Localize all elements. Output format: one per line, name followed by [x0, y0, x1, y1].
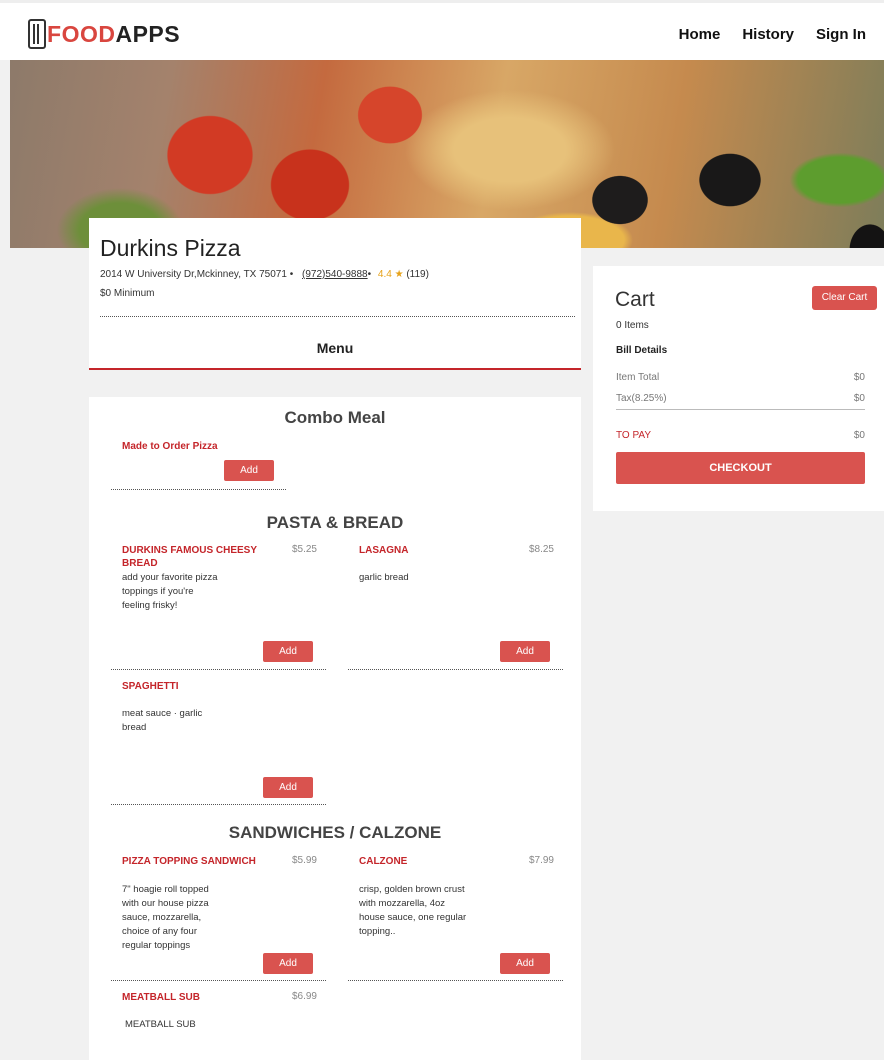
item-price: $5.99 — [291, 855, 317, 866]
item-total-row: Item Total $0 — [616, 372, 865, 383]
add-button[interactable]: Add — [500, 641, 550, 662]
item-description: crisp, golden brown crust with mozzarell… — [359, 884, 467, 937]
restaurant-info-card: Durkins Pizza 2014 W University Dr,Mckin… — [89, 218, 581, 370]
bill-details-heading: Bill Details — [616, 345, 668, 356]
cart-panel: Cart Clear Cart 0 Items Bill Details Ite… — [593, 266, 884, 511]
tax-value: $0 — [853, 393, 865, 404]
restaurant-name: Durkins Pizza — [100, 235, 241, 261]
item-divider — [111, 804, 326, 805]
menu-item: CALZONE $7.99 crisp, golden brown crust … — [348, 855, 564, 983]
item-description: 7" hoagie roll topped with our house piz… — [122, 884, 209, 951]
item-total-label: Item Total — [616, 372, 660, 383]
add-button[interactable]: Add — [224, 460, 274, 481]
restaurant-rating: 4.4 ★ — [377, 269, 404, 280]
item-price: $5.25 — [291, 544, 317, 555]
item-name: PIZZA TOPPING SANDWICH — [122, 856, 256, 867]
nav-sign-in-link[interactable]: Sign In — [816, 26, 866, 43]
menu-item: MEATBALL SUB $6.99 MEATBALL SUB — [122, 991, 327, 1051]
add-button[interactable]: Add — [500, 953, 550, 974]
item-name: LASAGNA — [359, 545, 409, 556]
tax-row: Tax(8.25%) $0 — [616, 393, 865, 404]
tax-label: Tax(8.25%) — [616, 393, 667, 404]
item-price: $8.25 — [528, 544, 554, 555]
cart-item-count: 0 Items — [616, 320, 649, 331]
review-count: (119) — [406, 269, 429, 280]
logo-text: FOODAPPS — [47, 21, 180, 48]
to-pay-value: $0 — [853, 430, 865, 441]
item-price: $6.99 — [291, 991, 317, 1002]
add-button[interactable]: Add — [263, 777, 313, 798]
item-description: garlic bread — [359, 572, 409, 583]
top-navbar: FOODAPPS Home History Sign In — [0, 0, 884, 60]
menu-item: SPAGHETTI meat sauce · garlic bread Add — [111, 680, 327, 810]
menu-item: Made to Order Pizza Add — [111, 440, 327, 490]
restaurant-address: 2014 W University Dr,Mckinney, TX 75071 … — [100, 269, 294, 280]
item-total-value: $0 — [853, 372, 865, 383]
menu-item: PIZZA TOPPING SANDWICH $5.99 7" hoagie r… — [111, 855, 327, 983]
logo-accent: OOD — [61, 20, 116, 47]
logo-suffix: APPS — [115, 20, 181, 47]
section-title-combo: Combo Meal — [284, 408, 386, 427]
nav-home-link[interactable]: Home — [679, 26, 721, 43]
phone-fork-icon — [28, 19, 46, 49]
item-name: SPAGHETTI — [122, 681, 179, 692]
checkout-button[interactable]: CHECKOUT — [616, 452, 865, 484]
item-description: meat sauce · garlic bread — [122, 708, 203, 733]
item-name: DURKINS FAMOUS CHEESY BREAD — [122, 545, 257, 569]
menu-panel: Combo Meal Made to Order Pizza Add PASTA… — [89, 397, 581, 1060]
item-divider — [111, 980, 326, 981]
section-title-sandwiches: SANDWICHES / CALZONE — [228, 823, 442, 842]
tab-menu[interactable]: Menu — [89, 340, 581, 356]
item-name: Made to Order Pizza — [122, 441, 218, 452]
menu-item: DURKINS FAMOUS CHEESY BREAD $5.25 add yo… — [111, 544, 327, 674]
item-divider — [111, 489, 286, 490]
restaurant-phone-link[interactable]: (972)540-9888 — [302, 269, 368, 280]
divider — [100, 316, 575, 317]
item-description: MEATBALL SUB — [125, 1019, 196, 1030]
cart-title: Cart — [615, 288, 655, 311]
item-name: MEATBALL SUB — [122, 992, 200, 1003]
clear-cart-button[interactable]: Clear Cart — [812, 286, 877, 310]
info-separator: • — [367, 269, 372, 280]
menu-item: LASAGNA $8.25 garlic bread Add — [348, 544, 564, 674]
item-price: $7.99 — [528, 855, 554, 866]
main-nav: Home History Sign In — [679, 26, 866, 43]
item-divider — [111, 669, 326, 670]
section-title-pasta: PASTA & BREAD — [266, 513, 404, 532]
logo-prefix: F — [47, 20, 62, 47]
bill-divider — [616, 409, 865, 410]
restaurant-details: 2014 W University Dr,Mckinney, TX 75071 … — [100, 269, 429, 280]
add-button[interactable]: Add — [263, 641, 313, 662]
foodapps-logo[interactable]: FOODAPPS — [28, 17, 180, 51]
item-divider — [348, 980, 563, 981]
add-button[interactable]: Add — [263, 953, 313, 974]
item-divider — [348, 669, 563, 670]
item-name: CALZONE — [359, 856, 408, 867]
nav-history-link[interactable]: History — [742, 26, 794, 43]
order-minimum: $0 Minimum — [100, 288, 155, 299]
item-description: add your favorite pizza toppings if you'… — [122, 572, 218, 611]
to-pay-label: TO PAY — [616, 430, 652, 441]
to-pay-row: TO PAY $0 — [616, 430, 865, 441]
